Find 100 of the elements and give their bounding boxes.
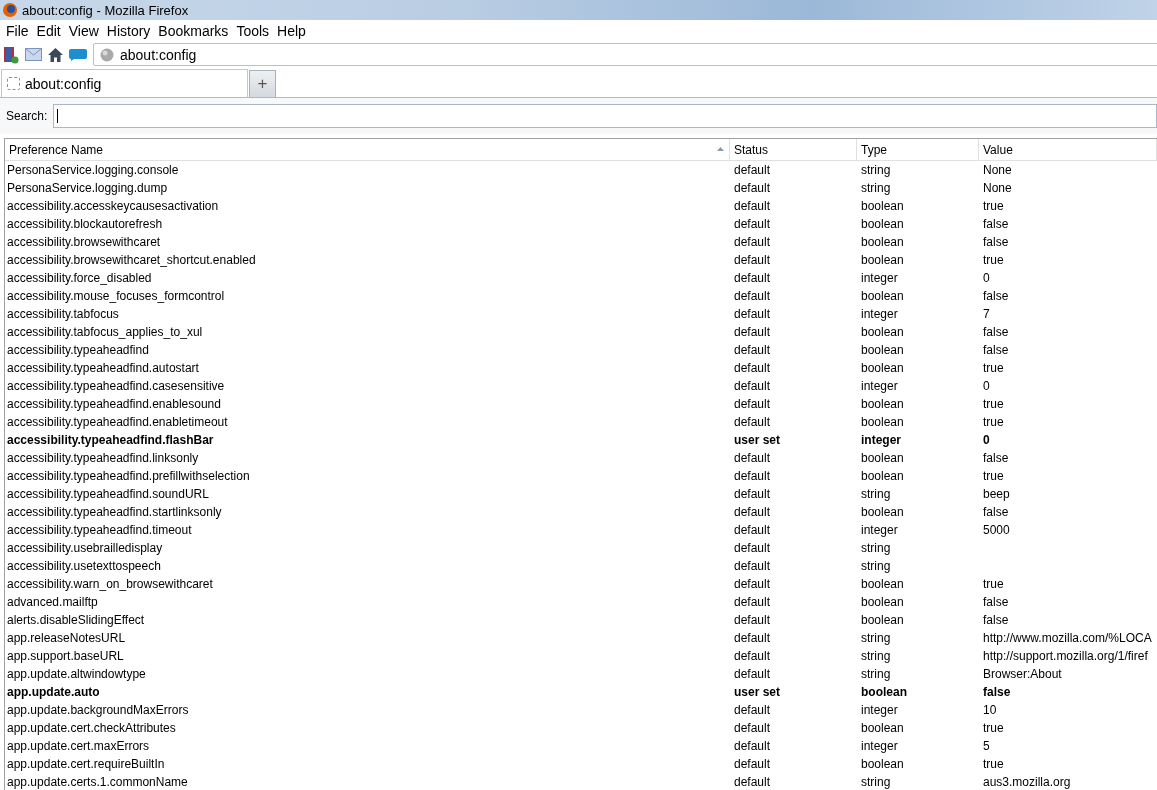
- speech-bubble-icon[interactable]: [69, 48, 87, 61]
- table-cell: true: [983, 469, 1004, 483]
- table-cell: default: [734, 289, 771, 303]
- table-cell: default: [734, 361, 771, 375]
- table-cell: boolean: [861, 397, 904, 411]
- table-cell: default: [734, 523, 771, 537]
- table-cell: 5000: [983, 523, 1010, 537]
- table-cell: accessibility.typeaheadfind.soundURL: [7, 487, 209, 501]
- table-cell: accessibility.warn_on_browsewithcaret: [7, 577, 213, 591]
- table-cell: app.releaseNotesURL: [7, 631, 126, 645]
- table-cell: boolean: [861, 289, 904, 303]
- menu-item[interactable]: Bookmarks: [154, 23, 233, 39]
- table-cell: default: [734, 721, 771, 735]
- envelope-icon[interactable]: [25, 48, 42, 61]
- table-cell: default: [734, 595, 771, 609]
- table-cell: app.update.altwindowtype: [7, 667, 146, 681]
- book-icon[interactable]: [3, 45, 19, 64]
- table-cell: default: [734, 379, 771, 393]
- table-cell: accessibility.mouse_focuses_formcontrol: [7, 289, 225, 303]
- table-cell: accessibility.typeaheadfind.flashBar: [7, 433, 214, 447]
- sort-ascending-icon: [717, 147, 724, 151]
- table-cell: boolean: [861, 595, 904, 609]
- column-header[interactable]: Status: [730, 139, 857, 160]
- table-cell: default: [734, 487, 771, 501]
- table-cell: string: [861, 775, 891, 789]
- table-cell: http://support.mozilla.org/1/firef: [983, 649, 1148, 663]
- table-cell: None: [983, 181, 1012, 195]
- table-cell: default: [734, 217, 771, 231]
- browser-tab[interactable]: about:config: [1, 69, 248, 97]
- column-header[interactable]: Preference Name: [5, 139, 730, 160]
- table-cell: default: [734, 667, 771, 681]
- table-cell: beep: [983, 487, 1010, 501]
- table-cell: boolean: [861, 235, 904, 249]
- search-field[interactable]: [53, 104, 1157, 128]
- table-cell: accessibility.typeaheadfind: [7, 343, 149, 357]
- table-cell: accessibility.browsewithcaret: [7, 235, 161, 249]
- table-cell: accessibility.blockautorefresh: [7, 217, 163, 231]
- table-cell: accessibility.usetexttospeech: [7, 559, 161, 573]
- menu-item[interactable]: Tools: [232, 23, 274, 39]
- column-header[interactable]: Value: [979, 139, 1157, 160]
- table-cell: default: [734, 199, 771, 213]
- table-cell: PersonaService.logging.console: [7, 163, 179, 177]
- table-cell: boolean: [861, 685, 907, 699]
- table-cell: boolean: [861, 253, 904, 267]
- table-cell: accessibility.typeaheadfind.timeout: [7, 523, 192, 537]
- menu-item[interactable]: View: [64, 23, 103, 39]
- table-cell: default: [734, 649, 771, 663]
- table-cell: boolean: [861, 343, 904, 357]
- table-cell: default: [734, 163, 771, 177]
- address-bar[interactable]: about:config: [93, 43, 1157, 66]
- table-cell: integer: [861, 433, 901, 447]
- search-label: Search:: [6, 109, 48, 123]
- table-cell: Browser:About: [983, 667, 1062, 681]
- table-cell: default: [734, 757, 771, 771]
- table-cell: true: [983, 199, 1004, 213]
- table-cell: user set: [734, 433, 781, 447]
- table-cell: accessibility.browsewithcaret_shortcut.enabled: [7, 253, 256, 267]
- table-cell: false: [983, 343, 1009, 357]
- home-icon[interactable]: [48, 47, 63, 62]
- table-cell: boolean: [861, 199, 904, 213]
- table-cell: default: [734, 325, 771, 339]
- table-cell: false: [983, 685, 1011, 699]
- browser-logo-icon: [2, 2, 18, 18]
- table-cell: true: [983, 397, 1004, 411]
- table-cell: true: [983, 253, 1004, 267]
- table-cell: default: [734, 343, 771, 357]
- table-cell: user set: [734, 685, 781, 699]
- table-cell: accessibility.typeaheadfind.enabletimeout: [7, 415, 228, 429]
- table-cell: string: [861, 649, 891, 663]
- table-cell: accessibility.typeaheadfind.enablesound: [7, 397, 221, 411]
- menu-item[interactable]: File: [2, 23, 33, 39]
- table-cell: default: [734, 613, 771, 627]
- table-cell: integer: [861, 703, 898, 717]
- table-cell: default: [734, 451, 771, 465]
- table-cell: default: [734, 559, 771, 573]
- table-cell: integer: [861, 271, 898, 285]
- table-cell: default: [734, 541, 771, 555]
- table-cell: 0: [983, 433, 990, 447]
- table-cell: accessibility.typeaheadfind.linksonly: [7, 451, 199, 465]
- table-cell: integer: [861, 379, 898, 393]
- table-cell: accessibility.usebrailledisplay: [7, 541, 163, 555]
- table-cell: app.update.cert.checkAttributes: [7, 721, 176, 735]
- table-cell: default: [734, 235, 771, 249]
- table-cell: default: [734, 415, 771, 429]
- table-cell: default: [734, 271, 771, 285]
- menu-item[interactable]: History: [102, 23, 155, 39]
- table-cell: false: [983, 289, 1009, 303]
- table-cell: false: [983, 505, 1009, 519]
- new-tab-button[interactable]: +: [249, 70, 276, 97]
- table-cell: boolean: [861, 577, 904, 591]
- column-header[interactable]: Type: [857, 139, 979, 160]
- table-cell: http://www.mozilla.com/%LOCA: [983, 631, 1152, 645]
- table-cell: false: [983, 325, 1009, 339]
- table-cell: app.update.cert.maxErrors: [7, 739, 150, 753]
- table-cell: integer: [861, 523, 898, 537]
- table-cell: alerts.disableSlidingEffect: [7, 613, 145, 627]
- table-cell: default: [734, 631, 771, 645]
- menu-item[interactable]: Help: [273, 23, 310, 39]
- menu-item[interactable]: Edit: [32, 23, 65, 39]
- table-cell: app.update.auto: [7, 685, 100, 699]
